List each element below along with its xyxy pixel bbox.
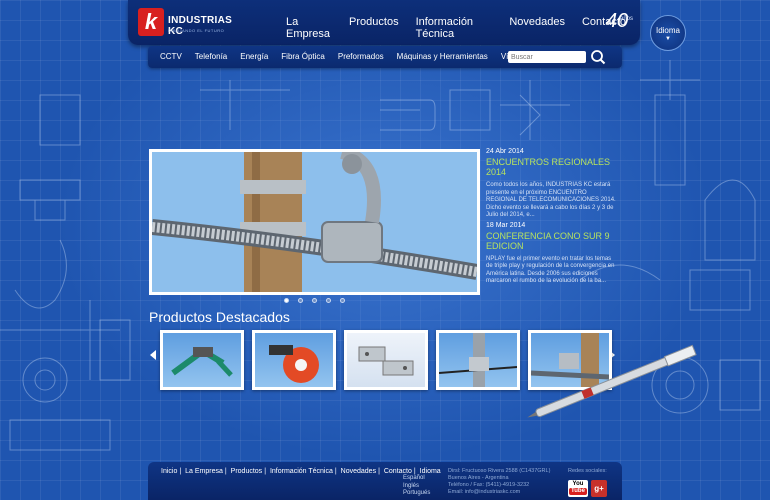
language-selector[interactable]: Idioma ▼ xyxy=(650,15,686,51)
footer-link-novedades[interactable]: Novedades xyxy=(341,468,376,475)
tensioning-tool-icon xyxy=(171,347,233,377)
language-label: Idioma xyxy=(655,26,680,35)
news-body: NPLAY fue el primer evento en tratar los… xyxy=(486,255,615,285)
news-date: 24 Abr 2014 xyxy=(486,148,524,155)
featured-products-title: Productos Destacados xyxy=(149,309,290,325)
footer-social: Redes sociales: You Tube g+ xyxy=(568,468,607,497)
products-prev-arrow-icon[interactable] xyxy=(150,350,156,360)
anniversary-label: años xyxy=(620,16,634,22)
slider-dot[interactable] xyxy=(284,298,289,303)
category-fibra-optica[interactable]: Fibra Óptica xyxy=(281,52,325,61)
category-energia[interactable]: Energía xyxy=(240,52,268,61)
footer-languages: Español Inglés Portugués xyxy=(403,475,430,498)
footer-link-la-empresa[interactable]: La Empresa xyxy=(185,468,223,475)
search-input[interactable] xyxy=(508,51,586,63)
footer-lang-ingles[interactable]: Inglés xyxy=(403,483,430,491)
hero-slider[interactable] xyxy=(149,149,480,295)
slider-pagination xyxy=(284,298,345,303)
footer-contact-info: Dirsl: Fructuoso Rivera 2588 (C1437GRL) … xyxy=(448,468,550,496)
news-item: 24 Abr 2014 ENCUENTROS REGIONALES 2014 C… xyxy=(486,148,616,220)
brand-logo[interactable]: k INDUSTRIAS KC DIBUJANDO EL FUTURO xyxy=(138,6,248,40)
site-header: k INDUSTRIAS KC DIBUJANDO EL FUTURO La E… xyxy=(128,0,640,45)
category-maquinas[interactable]: Máquinas y Herramientas xyxy=(397,52,488,61)
product-card[interactable] xyxy=(252,330,336,390)
category-preformados[interactable]: Preformados xyxy=(338,52,384,61)
pen-decoration xyxy=(527,344,697,418)
youtube-tube-text: Tube xyxy=(569,488,587,495)
news-body: Como todos los años, INDUSTRIAS KC estar… xyxy=(486,182,616,218)
brand-tagline: DIBUJANDO EL FUTURO xyxy=(168,28,225,33)
news-item: 18 Mar 2014 CONFERENCIA CONO SUR 9 EDICI… xyxy=(486,222,616,286)
pole-clamp-icon xyxy=(439,333,517,387)
product-card[interactable] xyxy=(160,330,244,390)
category-telefonia[interactable]: Telefonía xyxy=(195,52,227,61)
social-label: Redes sociales: xyxy=(568,468,607,474)
footer-lang-portugues[interactable]: Portugués xyxy=(403,490,430,498)
brand-mark: k xyxy=(138,8,164,36)
footer-address: Dirsl: Fructuoso Rivera 2588 (C1437GRL) xyxy=(448,468,551,474)
bracket-plates-icon xyxy=(358,346,414,376)
slide-image xyxy=(152,152,477,292)
main-nav-productos[interactable]: Productos xyxy=(346,16,413,40)
news-list: 24 Abr 2014 ENCUENTROS REGIONALES 2014 C… xyxy=(486,148,616,288)
footer-link-idioma[interactable]: Idioma xyxy=(420,468,441,475)
search-button[interactable] xyxy=(590,49,606,65)
footer-links: Inicio | La Empresa | Productos | Informaci… xyxy=(161,468,441,475)
main-nav-novedades[interactable]: Novedades xyxy=(506,16,579,40)
footer-link-productos[interactable]: Productos xyxy=(231,468,263,475)
news-title[interactable]: CONFERENCIA CONO SUR 9 EDICION xyxy=(486,231,616,251)
anniversary-badge: 40 años xyxy=(606,10,636,36)
site-footer: Inicio | La Empresa | Productos | Informaci… xyxy=(148,462,622,500)
category-cctv[interactable]: CCTV xyxy=(160,52,182,61)
footer-city: Buenos Aires - Argentina xyxy=(448,475,509,481)
cable-reel-icon xyxy=(269,345,319,383)
news-date: 18 Mar 2014 xyxy=(486,221,526,229)
footer-link-contacto[interactable]: Contacto xyxy=(384,468,412,475)
footer-email[interactable]: Email: info@industriaskc.com xyxy=(448,489,550,496)
main-nav-informacion-tecnica[interactable]: Información Técnica xyxy=(413,16,507,40)
footer-lang-espanol[interactable]: Español xyxy=(403,475,430,483)
main-nav: La Empresa Productos Información Técnica… xyxy=(283,16,640,40)
slider-dot[interactable] xyxy=(312,298,317,303)
youtube-you-text: You xyxy=(572,481,584,487)
main-nav-la-empresa[interactable]: La Empresa xyxy=(283,16,346,40)
product-card[interactable] xyxy=(436,330,520,390)
slider-dot[interactable] xyxy=(326,298,331,303)
youtube-icon[interactable]: You Tube xyxy=(568,480,588,497)
news-title[interactable]: ENCUENTROS REGIONALES 2014 xyxy=(486,157,616,177)
chevron-down-icon: ▼ xyxy=(665,36,671,42)
brand-name: INDUSTRIAS KC xyxy=(168,15,233,37)
footer-phone: Teléfono / Fax: (5411)-4919-3232 xyxy=(448,482,530,488)
footer-link-informacion-tecnica[interactable]: Información Técnica xyxy=(270,468,333,475)
slider-dot[interactable] xyxy=(298,298,303,303)
category-nav: CCTV Telefonía Energía Fibra Óptica Pref… xyxy=(148,46,622,68)
product-card[interactable] xyxy=(344,330,428,390)
google-plus-icon[interactable]: g+ xyxy=(591,480,607,497)
search-icon xyxy=(591,50,606,65)
footer-link-inicio[interactable]: Inicio xyxy=(161,468,177,475)
slider-dot[interactable] xyxy=(340,298,345,303)
